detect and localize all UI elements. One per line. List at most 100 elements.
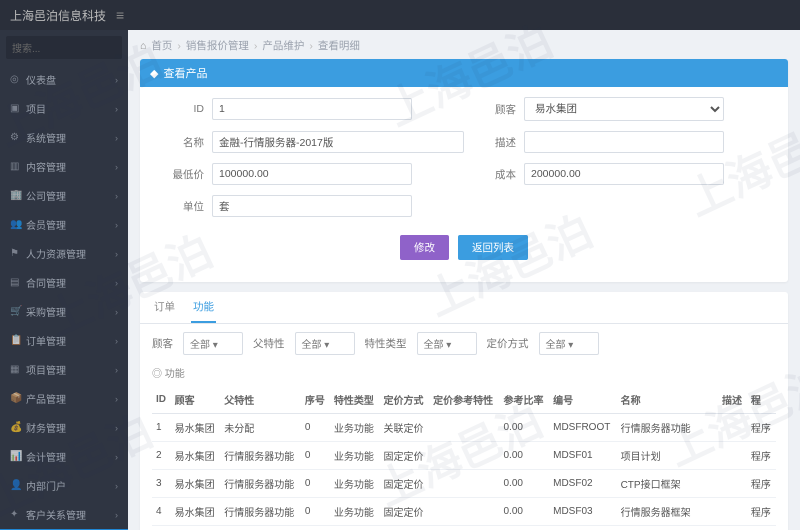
sidebar-item-1[interactable]: ▣项目›: [0, 94, 128, 123]
col-pref[interactable]: 定价参考特性: [429, 386, 499, 414]
sidebar-label: 会计管理: [26, 449, 66, 464]
filter-parent[interactable]: 全部 ▾: [295, 332, 355, 355]
sidebar-item-2[interactable]: ⚙系统管理›: [0, 123, 128, 152]
cell-rate: 0.00: [499, 470, 549, 498]
chevron-icon: ›: [115, 75, 118, 85]
input-name[interactable]: [212, 131, 464, 153]
crumb-c: 查看明细: [318, 38, 360, 53]
sidebar-label: 订单管理: [26, 333, 66, 348]
sidebar-label: 合同管理: [26, 275, 66, 290]
filter-type-label: 特性类型: [365, 336, 407, 351]
cell-pref: [429, 498, 499, 526]
col-seq[interactable]: 序号: [301, 386, 330, 414]
cell-id: 4: [152, 498, 171, 526]
sidebar-item-6[interactable]: ⚑人力资源管理›: [0, 239, 128, 268]
cell-parent: 行情服务器功能: [220, 442, 301, 470]
input-desc[interactable]: [524, 131, 724, 153]
sidebar-label: 采购管理: [26, 304, 66, 319]
cell-name: 项目计划: [617, 442, 718, 470]
menu-icon[interactable]: ≡: [116, 7, 124, 23]
cell-type: 业务功能: [330, 470, 380, 498]
sidebar-item-15[interactable]: ✦客户关系管理›: [0, 500, 128, 529]
sidebar-item-7[interactable]: ▤合同管理›: [0, 268, 128, 297]
col-pricing[interactable]: 定价方式: [380, 386, 430, 414]
chevron-icon: ›: [115, 133, 118, 143]
sidebar-item-14[interactable]: 👤内部门户›: [0, 471, 128, 500]
sidebar-item-0[interactable]: ◎仪表盘›: [0, 65, 128, 94]
sidebar-item-3[interactable]: ▥内容管理›: [0, 152, 128, 181]
col-id[interactable]: ID: [152, 386, 171, 414]
breadcrumb: ⌂ 首页 › 销售报价管理 › 产品维护 › 查看明细: [140, 38, 788, 53]
cell-pt: 程序: [747, 442, 776, 470]
sidebar-item-5[interactable]: 👥会员管理›: [0, 210, 128, 239]
function-toggle[interactable]: ◎ 功能: [140, 363, 788, 386]
cell-id: 3: [152, 470, 171, 498]
sidebar-item-9[interactable]: 📋订单管理›: [0, 326, 128, 355]
table-row[interactable]: 5易水集团行情服务器功能0业务功能固定定价0.00MDSF04配置文件设计与读写…: [152, 526, 776, 530]
cell-name: CTP接口框架: [617, 470, 718, 498]
sidebar-item-10[interactable]: ▦项目管理›: [0, 355, 128, 384]
crumb-home[interactable]: 首页: [151, 38, 172, 53]
cell-pt: 程序: [747, 526, 776, 530]
cell-desc: [718, 442, 747, 470]
sidebar-icon: 🛒: [10, 306, 20, 317]
sidebar-item-12[interactable]: 💰 财务管理 ›: [0, 413, 128, 442]
table-row[interactable]: 2易水集团行情服务器功能0业务功能固定定价0.00MDSF01项目计划程序: [152, 442, 776, 470]
filter-customer[interactable]: 全部 ▾: [183, 332, 243, 355]
sidebar-icon: 👥: [10, 219, 20, 230]
cell-type: 业务功能: [330, 498, 380, 526]
col-code[interactable]: 编号: [549, 386, 616, 414]
cell-seq: 0: [301, 442, 330, 470]
cell-rate: 0.00: [499, 442, 549, 470]
chevron-icon: ›: [115, 336, 118, 346]
cell-parent: 未分配: [220, 414, 301, 442]
select-customer[interactable]: 易水集团: [524, 97, 724, 121]
table-row[interactable]: 3易水集团行情服务器功能0业务功能固定定价0.00MDSF02CTP接口框架程序: [152, 470, 776, 498]
col-type[interactable]: 特性类型: [330, 386, 380, 414]
cell-code: MDSF04: [549, 526, 616, 530]
sidebar-label: 公司管理: [26, 188, 66, 203]
input-minprice[interactable]: [212, 163, 412, 185]
crumb-b[interactable]: 产品维护: [262, 38, 304, 53]
cell-rate: 0.00: [499, 526, 549, 530]
cell-desc: [718, 470, 747, 498]
sidebar-item-8[interactable]: 🛒采购管理›: [0, 297, 128, 326]
sidebar-item-13[interactable]: 📊会计管理›: [0, 442, 128, 471]
sidebar-icon: ▦: [10, 364, 20, 375]
filter-type[interactable]: 全部 ▾: [417, 332, 477, 355]
input-unit[interactable]: [212, 195, 412, 217]
tab-features[interactable]: 功能: [191, 292, 216, 323]
home-icon[interactable]: ⌂: [140, 40, 146, 52]
cell-pref: [429, 526, 499, 530]
col-parent[interactable]: 父特性: [220, 386, 301, 414]
col-name[interactable]: 名称: [617, 386, 718, 414]
col-pt[interactable]: 程: [747, 386, 776, 414]
col-desc[interactable]: 描述: [718, 386, 747, 414]
sidebar-item-11[interactable]: 📦产品管理›: [0, 384, 128, 413]
sidebar-search[interactable]: 搜索...: [6, 36, 122, 59]
input-cost[interactable]: [524, 163, 724, 185]
cell-customer: 易水集团: [171, 526, 221, 530]
sidebar-item-4[interactable]: 🏢公司管理›: [0, 181, 128, 210]
label-name: 名称: [152, 135, 212, 150]
filter-pricing[interactable]: 全部 ▾: [539, 332, 599, 355]
cell-code: MDSFROOT: [549, 414, 616, 442]
table-row[interactable]: 1易水集团未分配0业务功能关联定价0.00MDSFROOT行情服务器功能程序: [152, 414, 776, 442]
table-row[interactable]: 4易水集团行情服务器功能0业务功能固定定价0.00MDSF03行情服务器框架程序: [152, 498, 776, 526]
cell-pricing: 关联定价: [380, 414, 430, 442]
col-customer[interactable]: 顾客: [171, 386, 221, 414]
features-table: ID顾客父特性序号特性类型定价方式定价参考特性参考比率编号名称描述程 1易水集团…: [152, 386, 776, 530]
tab-orders[interactable]: 订单: [152, 292, 177, 323]
sidebar-icon: ▤: [10, 277, 20, 288]
sidebar-icon: 💰: [10, 422, 20, 433]
back-button[interactable]: 返回列表: [458, 235, 528, 260]
sidebar-label: 财务管理: [26, 420, 66, 435]
crumb-a[interactable]: 销售报价管理: [186, 38, 249, 53]
sidebar-icon: ✦: [10, 509, 20, 520]
col-rate[interactable]: 参考比率: [499, 386, 549, 414]
edit-button[interactable]: 修改: [400, 235, 449, 260]
input-id[interactable]: [212, 98, 412, 120]
cell-name: 行情服务器框架: [617, 498, 718, 526]
chevron-icon: ›: [115, 423, 118, 433]
cell-name: 行情服务器功能: [617, 414, 718, 442]
